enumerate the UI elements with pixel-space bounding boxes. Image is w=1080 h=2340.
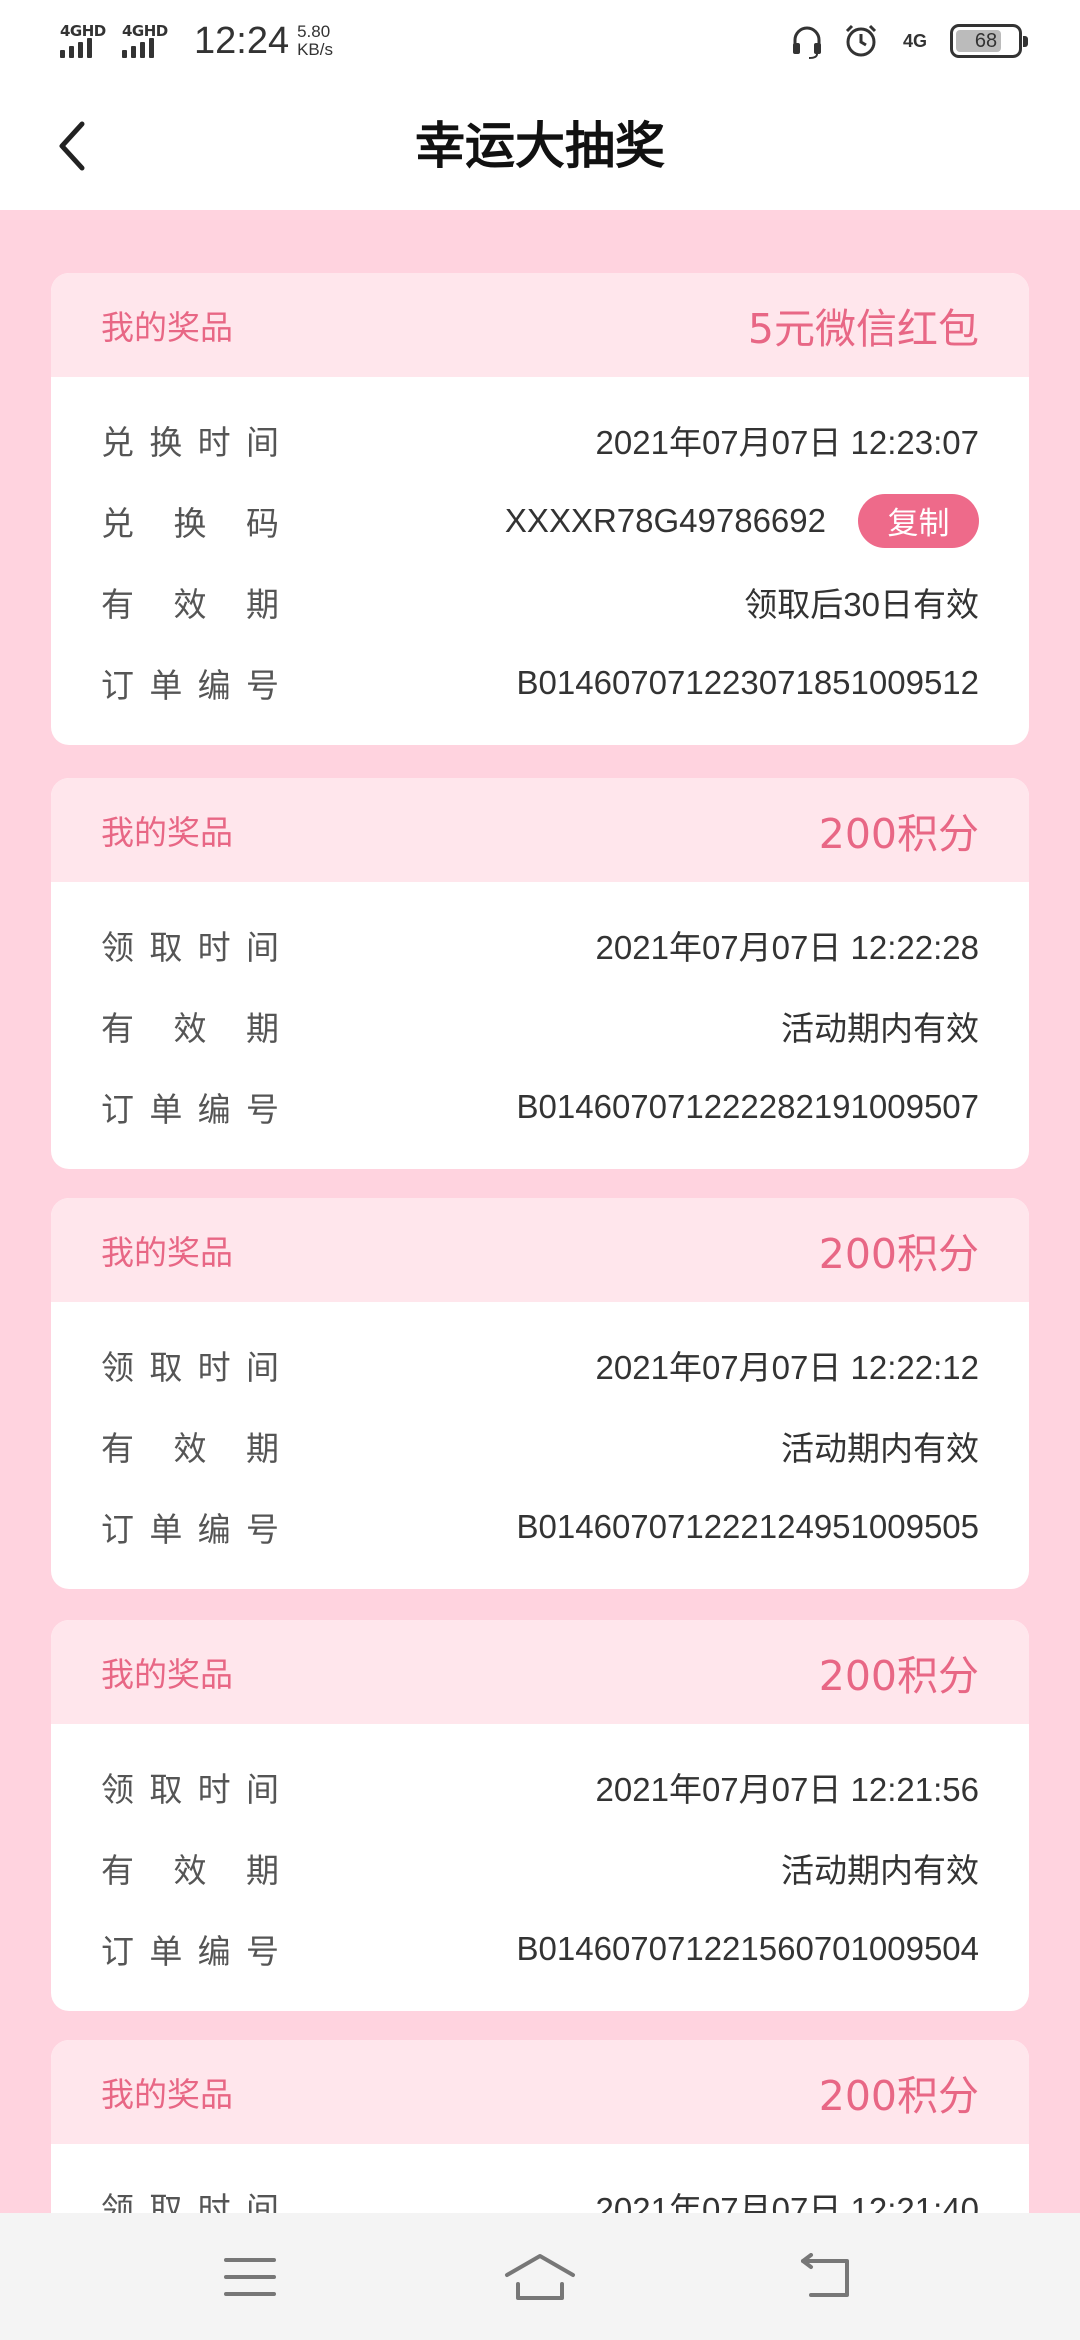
system-nav-bar <box>0 2213 1080 2340</box>
prize-card: 我的奖品 200积分 领取时间 2021年07月07日 12:21:56 有效期… <box>51 1620 1029 2011</box>
detail-row-claim-time: 领取时间 2021年07月07日 12:22:28 <box>101 904 979 985</box>
prize-card-title: 我的奖品 <box>101 1655 233 1694</box>
status-bar-left: 4GHD 4GHD 12:24 5.80 KB/s <box>58 16 333 66</box>
row-label: 领取时间 <box>101 1769 279 1809</box>
row-value-wrap: XXXXR78G49786692 复制 <box>504 493 979 548</box>
prize-card-header: 我的奖品 200积分 <box>51 2040 1029 2144</box>
detail-row-claim-time: 领取时间 2021年07月07日 12:21:40 <box>101 2166 979 2214</box>
row-label: 有效期 <box>101 1008 279 1048</box>
back-nav-button[interactable] <box>776 2235 876 2319</box>
row-value: 2021年07月07日 12:23:07 <box>595 423 979 461</box>
detail-row-order-number: 订单编号 B014607071222282191009507 <box>101 1066 979 1147</box>
sim2-signal-icon: 4GHD <box>120 20 176 62</box>
prize-card-body: 兑换时间 2021年07月07日 12:23:07 兑换码 XXXXR78G49… <box>51 377 1029 745</box>
battery-level: 68 <box>974 29 998 52</box>
prize-card-body: 领取时间 2021年07月07日 12:21:40 <box>51 2144 1029 2214</box>
home-button[interactable] <box>490 2235 590 2319</box>
detail-row-order-number: 订单编号 B014607071222124951009505 <box>101 1486 979 1567</box>
row-value: B014607071223071851009512 <box>516 663 979 701</box>
prize-card-header: 我的奖品 200积分 <box>51 778 1029 882</box>
prize-name: 200积分 <box>818 810 979 858</box>
detail-row-claim-time: 领取时间 2021年07月07日 12:22:12 <box>101 1324 979 1405</box>
prize-card-title: 我的奖品 <box>101 2075 233 2114</box>
prize-list[interactable]: 我的奖品 5元微信红包 兑换时间 2021年07月07日 12:23:07 兑换… <box>0 210 1080 2213</box>
row-label: 兑换时间 <box>101 422 279 462</box>
prize-card-header: 我的奖品 200积分 <box>51 1198 1029 1302</box>
battery-icon: 68 <box>950 24 1028 58</box>
network-label: 4G <box>902 30 927 51</box>
row-label: 订单编号 <box>101 1931 279 1971</box>
row-label: 订单编号 <box>101 1089 279 1129</box>
row-value: 2021年07月07日 12:22:28 <box>595 928 979 966</box>
detail-row-validity: 有效期 活动期内有效 <box>101 985 979 1066</box>
detail-row-validity: 有效期 领取后30日有效 <box>101 561 979 642</box>
row-value: 2021年07月07日 12:21:56 <box>595 1770 979 1808</box>
detail-row-exchange-code: 兑换码 XXXXR78G49786692 复制 <box>101 480 979 561</box>
detail-row-validity: 有效期 活动期内有效 <box>101 1405 979 1486</box>
row-value: B014607071222282191009507 <box>516 1087 979 1125</box>
detail-row-exchange-time: 兑换时间 2021年07月07日 12:23:07 <box>101 399 979 480</box>
row-label: 领取时间 <box>101 2189 279 2214</box>
prize-card-title: 我的奖品 <box>101 1233 233 1272</box>
prize-card-body: 领取时间 2021年07月07日 12:22:28 有效期 活动期内有效 订单编… <box>51 882 1029 1169</box>
home-icon <box>505 2254 575 2300</box>
row-value: 活动期内有效 <box>781 1429 979 1467</box>
row-value: B014607071222124951009505 <box>516 1507 979 1545</box>
prize-card-body: 领取时间 2021年07月07日 12:21:56 有效期 活动期内有效 订单编… <box>51 1724 1029 2011</box>
prize-card-header: 我的奖品 200积分 <box>51 1620 1029 1724</box>
row-label: 订单编号 <box>101 1509 279 1549</box>
detail-row-order-number: 订单编号 B014607071223071851009512 <box>101 642 979 723</box>
row-label: 领取时间 <box>101 927 279 967</box>
speed-value: 5.80 <box>297 22 331 41</box>
prize-card-title: 我的奖品 <box>101 813 233 852</box>
prize-card-body: 领取时间 2021年07月07日 12:22:12 有效期 活动期内有效 订单编… <box>51 1302 1029 1589</box>
row-label: 领取时间 <box>101 1347 279 1387</box>
prize-card: 我的奖品 200积分 领取时间 2021年07月07日 12:22:28 有效期… <box>51 778 1029 1169</box>
row-value: 2021年07月07日 12:21:40 <box>595 2190 979 2214</box>
prize-card-header: 我的奖品 5元微信红包 <box>51 273 1029 377</box>
mobile-data-icon: 4G <box>896 22 934 60</box>
prize-name: 200积分 <box>818 2072 979 2120</box>
row-label: 有效期 <box>101 1850 279 1890</box>
prize-card: 我的奖品 200积分 领取时间 2021年07月07日 12:21:40 <box>51 2040 1029 2213</box>
row-value: B014607071221560701009504 <box>516 1929 979 1967</box>
menu-button[interactable] <box>200 2235 300 2319</box>
status-bar: 4GHD 4GHD 12:24 5.80 KB/s 4G 68 <box>0 0 1080 82</box>
row-label: 有效期 <box>101 584 279 624</box>
alarm-icon <box>842 22 880 60</box>
speed-unit: KB/s <box>297 40 333 59</box>
status-time: 12:24 <box>194 19 290 62</box>
row-label: 有效期 <box>101 1428 279 1468</box>
row-value: 领取后30日有效 <box>744 585 979 623</box>
detail-row-validity: 有效期 活动期内有效 <box>101 1827 979 1908</box>
headset-icon <box>788 22 826 60</box>
row-value: 活动期内有效 <box>781 1009 979 1047</box>
sim1-signal-icon: 4GHD <box>58 20 114 62</box>
prize-card-title: 我的奖品 <box>101 308 233 347</box>
network-speed: 5.80 KB/s <box>297 23 333 59</box>
prize-name: 5元微信红包 <box>747 305 979 353</box>
detail-row-claim-time: 领取时间 2021年07月07日 12:21:56 <box>101 1746 979 1827</box>
status-bar-right: 4G 68 <box>788 18 1028 64</box>
prize-card: 我的奖品 5元微信红包 兑换时间 2021年07月07日 12:23:07 兑换… <box>51 273 1029 745</box>
row-label: 订单编号 <box>101 665 279 705</box>
row-label: 兑换码 <box>101 503 279 543</box>
prize-name: 200积分 <box>818 1652 979 1700</box>
prize-name: 200积分 <box>818 1230 979 1278</box>
row-value: 2021年07月07日 12:22:12 <box>595 1348 979 1386</box>
row-value: 活动期内有效 <box>781 1851 979 1889</box>
exchange-code: XXXXR78G49786692 <box>504 501 826 539</box>
copy-button[interactable]: 复制 <box>858 493 979 548</box>
prize-card: 我的奖品 200积分 领取时间 2021年07月07日 12:22:12 有效期… <box>51 1198 1029 1589</box>
menu-icon <box>224 2258 276 2296</box>
app-header: 幸运大抽奖 <box>0 82 1080 210</box>
page-title: 幸运大抽奖 <box>415 117 665 175</box>
detail-row-order-number: 订单编号 B014607071221560701009504 <box>101 1908 979 1989</box>
back-icon <box>801 2253 849 2297</box>
